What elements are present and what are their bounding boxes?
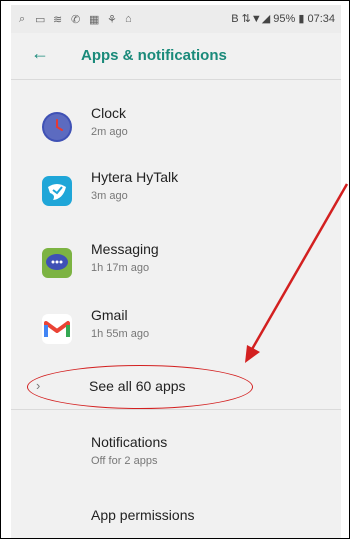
status-bar: ⌕ ▭ ≋ ✆ ▦ ⚘ ⌂ B ⇅▼◢ 95% ▮ 07:34 — [11, 5, 341, 33]
app-permissions-item[interactable]: App permissions — [11, 502, 341, 532]
clock-icon — [42, 112, 72, 142]
gmail-icon — [42, 314, 72, 344]
screenshot-icon: ▭ — [35, 14, 46, 26]
page-title: Apps & notifications — [81, 47, 227, 64]
header-divider — [11, 79, 341, 80]
notifications-sub: Off for 2 apps — [91, 455, 158, 467]
app-time: 2m ago — [91, 126, 128, 138]
app-bar: ← Apps & notifications — [11, 35, 341, 79]
app-name: Hytera HyTalk — [91, 169, 179, 185]
screenshot-frame: ⌕ ▭ ≋ ✆ ▦ ⚘ ⌂ B ⇅▼◢ 95% ▮ 07:34 ← Apps &… — [0, 0, 350, 539]
app-item-clock[interactable]: Clock 2m ago — [11, 101, 341, 165]
notifications-label: Notifications — [91, 434, 168, 450]
signal-icon: ≋ — [53, 14, 63, 26]
back-arrow-icon[interactable]: ← — [31, 43, 49, 64]
search-icon: ⌕ — [19, 13, 26, 25]
app-item-messaging[interactable]: Messaging 1h 17m ago — [11, 237, 341, 301]
notifications-item[interactable]: Notifications Off for 2 apps — [11, 432, 341, 478]
app-time: 1h 55m ago — [91, 328, 150, 340]
phone-icon: ✆ — [71, 14, 81, 26]
app-item-gmail[interactable]: Gmail 1h 55m ago — [11, 303, 341, 367]
lock-icon: ⌂ — [125, 13, 132, 25]
see-all-label: See all 60 apps — [89, 378, 186, 394]
app-permissions-label: App permissions — [91, 507, 195, 523]
app-name: Messaging — [91, 241, 159, 257]
app-name: Clock — [91, 105, 127, 121]
app-item-hytalk[interactable]: Hytera HyTalk 3m ago — [11, 165, 341, 229]
app-name: Gmail — [91, 307, 128, 323]
hytalk-icon — [42, 176, 72, 206]
see-all-apps-button[interactable]: › See all 60 apps — [11, 366, 341, 410]
app-time: 1h 17m ago — [91, 262, 150, 274]
messaging-icon — [42, 248, 72, 278]
app-time: 3m ago — [91, 190, 128, 202]
chevron-right-icon: › — [36, 378, 41, 393]
calendar-icon: ▦ — [89, 14, 100, 26]
link-icon: ⚘ — [107, 14, 117, 26]
section-divider — [11, 409, 341, 410]
status-right-text: B ⇅▼◢ 95% ▮ 07:34 — [231, 13, 335, 25]
phone-screen: ⌕ ▭ ≋ ✆ ▦ ⚘ ⌂ B ⇅▼◢ 95% ▮ 07:34 ← Apps &… — [11, 5, 341, 538]
